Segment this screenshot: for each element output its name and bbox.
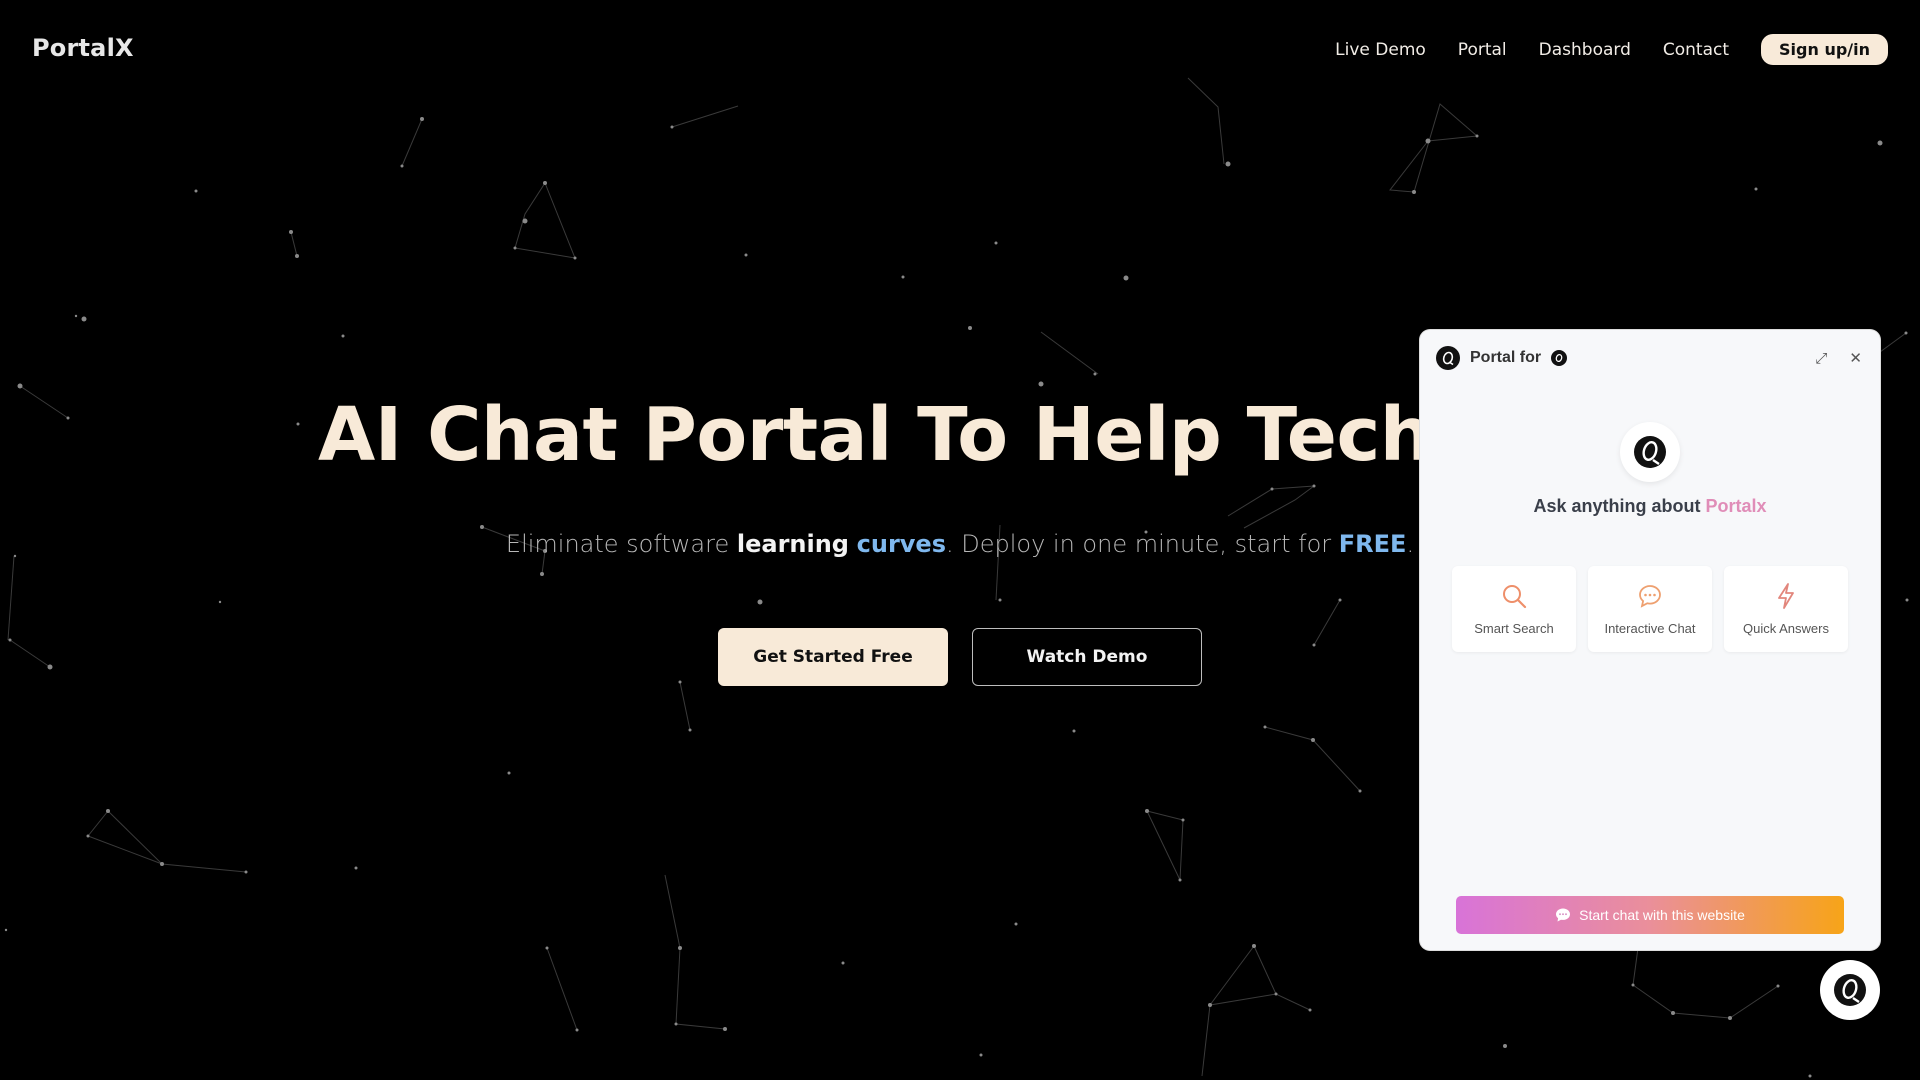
expand-icon[interactable]: ⤢ [1815, 350, 1827, 368]
subtitle-text-1: Eliminate software [505, 530, 737, 558]
site-logo[interactable]: PortalX [32, 34, 134, 62]
portal-logo-icon [1436, 346, 1460, 370]
subtitle-text-3: . [1406, 530, 1415, 558]
feature-quick-answers[interactable]: Quick Answers [1724, 566, 1848, 652]
signup-button[interactable]: Sign up/in [1761, 34, 1888, 65]
search-icon [1501, 583, 1527, 609]
watch-demo-button[interactable]: Watch Demo [972, 628, 1202, 686]
site-logo-icon [1551, 350, 1568, 366]
feature-cards: Smart Search Interactive Chat Quick Answ… [1452, 566, 1848, 652]
nav-link-contact[interactable]: Contact [1663, 40, 1729, 60]
nav-link-portal[interactable]: Portal [1458, 40, 1507, 60]
ask-brand: Portalx [1705, 496, 1767, 516]
nav-link-dashboard[interactable]: Dashboard [1539, 40, 1631, 60]
ask-prefix: Ask anything about [1533, 496, 1706, 516]
feature-label: Smart Search [1474, 620, 1554, 636]
chat-panel-header: Portal for [1436, 346, 1568, 370]
subtitle-curves: curves [856, 530, 946, 558]
feature-smart-search[interactable]: Smart Search [1452, 566, 1576, 652]
subtitle-learning: learning [736, 530, 849, 558]
portal-logo-icon [1834, 974, 1866, 1006]
start-chat-label: Start chat with this website [1579, 907, 1745, 923]
feature-label: Interactive Chat [1604, 620, 1696, 636]
chat-bubble-icon [1637, 583, 1663, 609]
subtitle-free: FREE [1338, 530, 1407, 558]
lightning-icon [1776, 582, 1796, 609]
portal-avatar-icon [1620, 422, 1680, 482]
chat-icon [1556, 908, 1571, 922]
close-icon[interactable]: ✕ [1849, 350, 1862, 368]
nav-link-live-demo[interactable]: Live Demo [1335, 40, 1426, 60]
feature-interactive-chat[interactable]: Interactive Chat [1588, 566, 1712, 652]
chat-panel: Portal for ⤢ ✕ Ask anything about Portal… [1420, 330, 1880, 950]
ask-heading: Ask anything about Portalx [1420, 496, 1880, 517]
chat-launcher-button[interactable] [1820, 960, 1880, 1020]
nav-links: Live Demo Portal Dashboard Contact Sign … [1335, 34, 1888, 65]
feature-label: Quick Answers [1743, 620, 1829, 636]
start-chat-button[interactable]: Start chat with this website [1456, 896, 1844, 934]
chat-panel-actions: ⤢ ✕ [1815, 350, 1862, 368]
top-nav: PortalX Live Demo Portal Dashboard Conta… [0, 0, 1920, 100]
subtitle-text-2: . Deploy in one minute, start for [946, 530, 1339, 558]
chat-panel-title: Portal for [1470, 349, 1542, 366]
get-started-button[interactable]: Get Started Free [718, 628, 948, 686]
